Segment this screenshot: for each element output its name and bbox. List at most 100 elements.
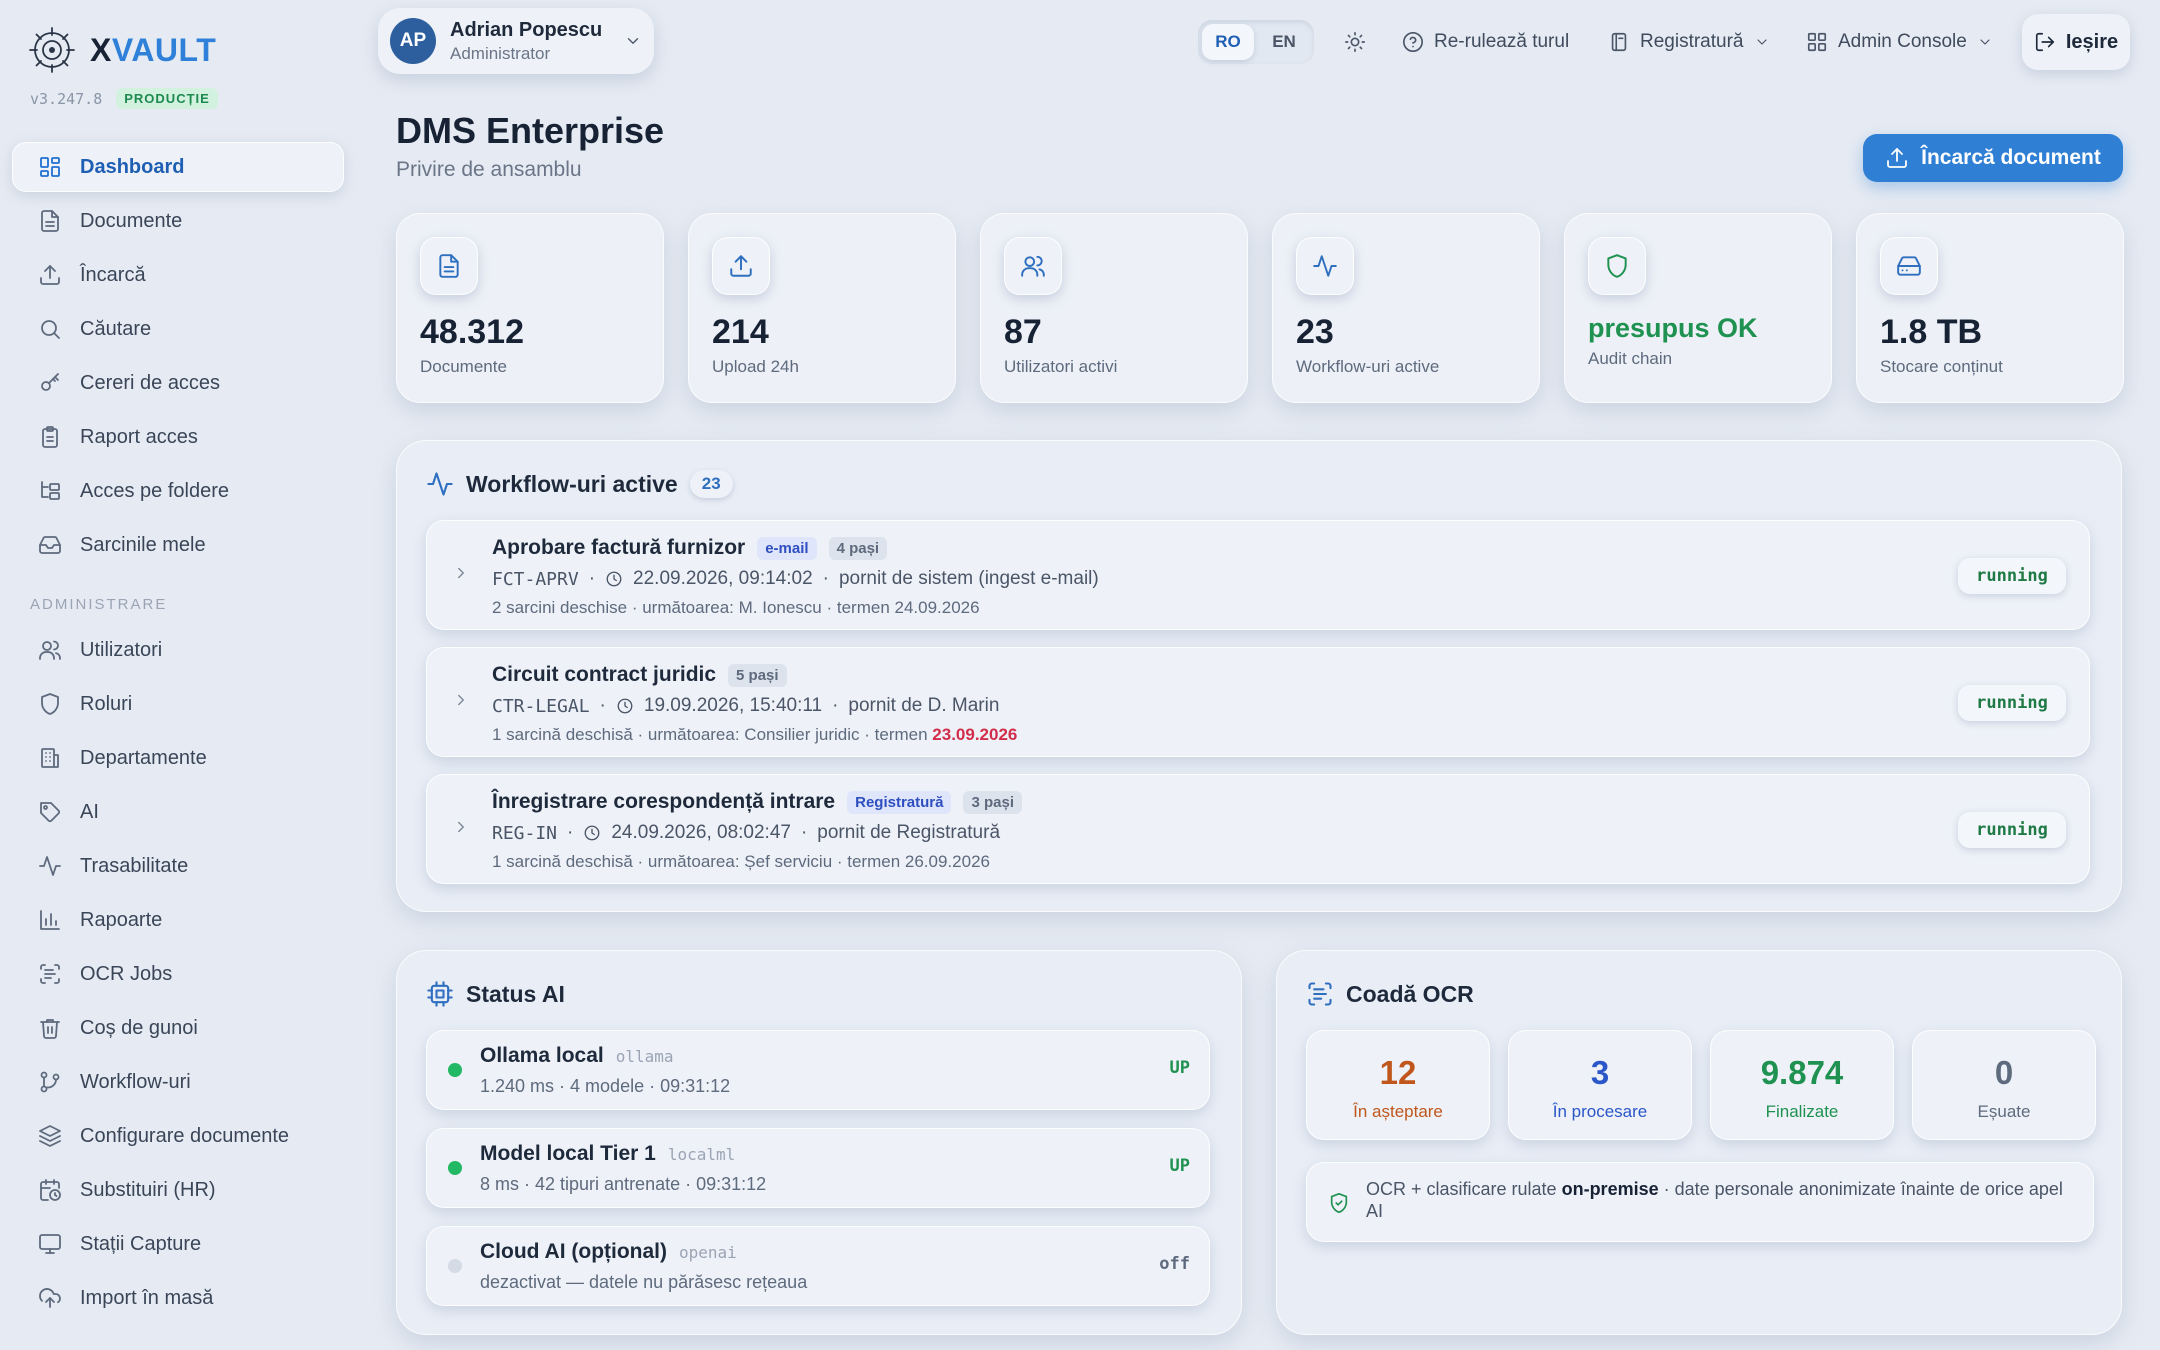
sidebar-item-utilizatori[interactable]: Utilizatori (12, 625, 344, 675)
stat-card-utilizatori[interactable]: 87 Utilizatori activi (980, 213, 1248, 403)
sidebar-item-dashboard[interactable]: Dashboard (12, 142, 344, 192)
ai-provider-row[interactable]: Cloud AI (opțional) openai dezactivat — d… (426, 1226, 1210, 1306)
stat-card-workflow[interactable]: 23 Workflow-uri active (1272, 213, 1540, 403)
clock-icon (584, 825, 600, 841)
sidebar-item-label: Coș de gunoi (80, 1016, 198, 1039)
sidebar-item-documente[interactable]: Documente (12, 196, 344, 246)
language-toggle: RO EN (1198, 20, 1314, 64)
workflow-title: Înregistrare corespondență intrare (492, 790, 836, 813)
workflow-summary: 2 sarcini deschise · următoarea: M. Ione… (492, 598, 980, 617)
workflow-time: 24.09.2026, 08:02:47 (611, 822, 791, 843)
upload-icon (730, 255, 752, 277)
brand[interactable]: XVAULT (28, 26, 216, 74)
sidebar-item-cautare[interactable]: Căutare (12, 304, 344, 354)
search-icon (41, 320, 60, 339)
sidebar-item-sarcini[interactable]: Sarcinile mele (12, 520, 344, 570)
workflow-due-date: 23.09.2026 (932, 725, 1018, 744)
chevron-right-icon[interactable] (452, 564, 470, 582)
document-icon (439, 254, 459, 278)
ai-status-badge: UP (1169, 1156, 1190, 1176)
vault-logo-icon (29, 27, 75, 73)
sidebar-item-ocr-jobs[interactable]: OCR Jobs (12, 949, 344, 999)
ocr-queue-panel: Coadă OCR 12 În așteptare 3 În procesare… (1276, 950, 2122, 1335)
workflow-started-by: pornit de Registratură (817, 822, 1001, 843)
sidebar-item-label: Workflow-uri (80, 1070, 191, 1093)
sidebar-item-workflow[interactable]: Workflow-uri (12, 1057, 344, 1107)
sidebar-item-acces-foldere[interactable]: Acces pe foldere (12, 466, 344, 516)
status-badge: running (1958, 685, 2066, 721)
stat-label: Utilizatori activi (1004, 357, 1118, 376)
activity-icon (1313, 255, 1337, 277)
version-label: v3.247.8 (30, 89, 103, 108)
stat-card-stocare[interactable]: 1.8 TB Stocare conținut (1856, 213, 2124, 403)
ai-status-header: Status AI (426, 980, 565, 1008)
sidebar-item-substituiri[interactable]: Substituiri (HR) (12, 1165, 344, 1215)
sidebar-item-incarca[interactable]: Încarcă (12, 250, 344, 300)
ai-provider-row[interactable]: Ollama local ollama 1.240 ms · 4 modele ·… (426, 1030, 1210, 1110)
sidebar-item-ai[interactable]: AI (12, 787, 344, 837)
upload-document-button[interactable]: Încarcă document (1863, 134, 2123, 182)
chevron-right-icon[interactable] (452, 818, 470, 836)
workflow-row[interactable]: Aprobare factură furnizor e-mail 4 pași … (426, 520, 2090, 630)
workflow-row[interactable]: Înregistrare corespondență intrare Regis… (426, 774, 2090, 884)
ai-status-title: Status AI (466, 980, 565, 1007)
ocr-stat-processing[interactable]: 3 În procesare (1508, 1030, 1692, 1140)
sidebar-item-statii-capture[interactable]: Stații Capture (12, 1219, 344, 1269)
git-branch-icon (40, 1071, 60, 1093)
rerun-tour-button[interactable]: Re-rulează turul (1402, 22, 1569, 62)
sidebar-item-raport-acces[interactable]: Raport acces (12, 412, 344, 462)
ai-status-badge: off (1159, 1254, 1190, 1274)
sidebar-item-label: Căutare (80, 317, 152, 340)
monitor-icon (39, 1234, 61, 1254)
ocr-stat-failed[interactable]: 0 Eșuate (1912, 1030, 2096, 1140)
activity-icon (39, 856, 61, 876)
registratura-menu[interactable]: Registratură (1608, 22, 1770, 62)
ocr-stat-label: Eșuate (1977, 1102, 2031, 1121)
workflow-code: CTR-LEGAL (492, 695, 590, 717)
user-menu[interactable]: AP Adrian Popescu Administrator (378, 8, 654, 74)
workflow-started-by: pornit de D. Marin (848, 695, 1000, 716)
sidebar-item-label: Departamente (80, 746, 207, 769)
sidebar-item-import-masa[interactable]: Import în masă (12, 1273, 344, 1323)
sidebar-item-label: Încarcă (80, 263, 146, 286)
sidebar-item-trasabilitate[interactable]: Trasabilitate (12, 841, 344, 891)
scan-text-icon (40, 964, 60, 984)
stat-value: 214 (712, 313, 769, 351)
workflow-summary: 1 sarcină deschisă · următoarea: Șef ser… (492, 852, 990, 871)
workflow-steps-tag: 5 pași (728, 663, 787, 687)
sidebar-item-departamente[interactable]: Departamente (12, 733, 344, 783)
sidebar-item-label: Import în masă (80, 1286, 214, 1309)
workflow-row[interactable]: Circuit contract juridic 5 pași CTR-LEGA… (426, 647, 2090, 757)
sidebar-item-cos-gunoi[interactable]: Coș de gunoi (12, 1003, 344, 1053)
rerun-tour-label: Re-rulează turul (1434, 31, 1570, 52)
logout-button[interactable]: Ieșire (2022, 14, 2130, 70)
status-dot (448, 1161, 462, 1175)
sidebar-item-roluri[interactable]: Roluri (12, 679, 344, 729)
sidebar-item-label: Rapoarte (80, 908, 163, 931)
admin-console-menu[interactable]: Admin Console (1806, 22, 1993, 62)
workflow-steps-tag: 3 pași (963, 790, 1022, 814)
lang-ro-button[interactable]: RO (1202, 24, 1254, 60)
stat-card-upload[interactable]: 214 Upload 24h (688, 213, 956, 403)
admin-section-label: ADMINISTRARE (30, 596, 168, 613)
sidebar-item-label: Cereri de acces (80, 371, 221, 394)
chevron-right-icon[interactable] (452, 691, 470, 709)
stat-card-audit[interactable]: presupus OK Audit chain (1564, 213, 1832, 403)
sidebar-item-configurare[interactable]: Configurare documente (12, 1111, 344, 1161)
status-badge: running (1958, 812, 2066, 848)
sidebar-item-cereri-acces[interactable]: Cereri de acces (12, 358, 344, 408)
upload-icon (40, 265, 60, 285)
lang-en-button[interactable]: EN (1258, 24, 1310, 60)
page-subtitle: Privire de ansamblu (396, 158, 582, 181)
ocr-stat-pending[interactable]: 12 În așteptare (1306, 1030, 1490, 1140)
layers-icon (39, 1125, 61, 1147)
theme-toggle-button[interactable] (1344, 22, 1366, 62)
ai-provider-row[interactable]: Model local Tier 1 localml 8 ms · 42 tipu… (426, 1128, 1210, 1208)
ocr-stat-value: 3 (1590, 1054, 1610, 1091)
help-circle-icon (1403, 32, 1423, 52)
ai-provider-id: ollama (615, 1047, 674, 1066)
sidebar-item-rapoarte[interactable]: Rapoarte (12, 895, 344, 945)
ocr-stat-finished[interactable]: 9.874 Finalizate (1710, 1030, 1894, 1140)
sidebar-item-label: Acces pe foldere (80, 479, 229, 502)
stat-card-documente[interactable]: 48.312 Documente (396, 213, 664, 403)
